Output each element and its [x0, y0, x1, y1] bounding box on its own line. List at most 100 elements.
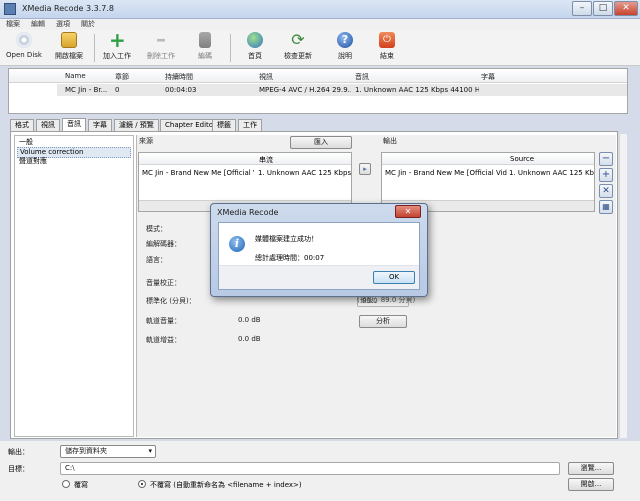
output-select[interactable]: 儲存到資料夾 ▾	[60, 445, 156, 458]
window-title: XMedia Recode 3.3.7.8	[22, 4, 114, 13]
column-audio[interactable]: 音訊	[355, 72, 369, 82]
remove-job-button[interactable]: – 刪除工作	[144, 27, 178, 64]
volume-correction-label: 音量校正：	[146, 279, 181, 287]
language-label: 語言：	[146, 256, 167, 264]
maximize-button[interactable]: □	[593, 1, 613, 16]
column-chapters[interactable]: 章節	[115, 72, 129, 82]
output-label: 輸出：	[8, 448, 29, 456]
remove-job-label: 刪除工作	[147, 52, 175, 60]
open-disk-label: Open Disk	[6, 51, 42, 59]
folder-icon	[61, 32, 77, 48]
exit-label: 結束	[380, 52, 394, 60]
add-stream-button[interactable]: +	[599, 168, 613, 182]
encode-icon	[199, 32, 211, 48]
help-button[interactable]: ? 說明	[330, 32, 360, 64]
output-row-stream[interactable]: 1. Unknown AAC 125 Kbps 44100	[509, 169, 594, 177]
check-update-label: 檢查更新	[284, 52, 312, 60]
output-grid-header: Source	[382, 153, 594, 165]
title-bar: XMedia Recode 3.3.7.8 – □ ✕	[0, 0, 640, 19]
menu-bar: 檔案 編輯 選項 關於	[0, 19, 640, 30]
column-name[interactable]: Name	[65, 72, 86, 80]
mode-label: 模式：	[146, 225, 167, 233]
no-overwrite-label: 不覆寫 (自動重新命名為 <filename + index>)	[150, 481, 302, 489]
help-label: 說明	[338, 52, 352, 60]
refresh-icon: ⟳	[291, 30, 305, 49]
close-window-button[interactable]: ✕	[614, 1, 638, 16]
output-settings: 輸出： 儲存到資料夾 ▾ 目標： C:\ 瀏覽... 開啟... 覆寫 不覆寫 …	[0, 441, 640, 501]
app-icon	[4, 3, 16, 15]
overwrite-label: 覆寫	[74, 481, 88, 489]
power-icon: ⏻	[379, 32, 395, 48]
home-button[interactable]: 首頁	[240, 32, 270, 64]
open-disk-button[interactable]: Open Disk	[6, 32, 42, 64]
codec-label: 編解碼器：	[146, 240, 181, 248]
minus-icon: –	[156, 27, 166, 51]
add-job-label: 加入工作	[103, 52, 131, 60]
cell-duration: 00:04:03	[165, 86, 197, 94]
dialog-elapsed-time: 總計處理時間：00:07	[255, 254, 325, 262]
check-update-button[interactable]: ⟳ 檢查更新	[280, 32, 316, 64]
plus-icon: +	[109, 28, 126, 52]
menu-options[interactable]: 選項	[56, 19, 70, 30]
overwrite-radio[interactable]	[62, 480, 70, 488]
output-select-value: 儲存到資料夾	[65, 447, 107, 455]
cell-audio: 1. Unknown AAC 125 Kbps 44100 H...	[355, 86, 479, 94]
source-grid-header: 串流	[139, 153, 351, 165]
target-label: 目標：	[8, 465, 29, 473]
ok-button[interactable]: OK	[373, 271, 415, 284]
toolbar: Open Disk 開啟檔案 + 加入工作 – 刪除工作 編碼 首頁 ⟳ 檢查更…	[0, 27, 640, 66]
exit-button[interactable]: ⏻ 結束	[372, 32, 402, 64]
nav-item-channel-mapping[interactable]: 聲道對應	[19, 157, 47, 166]
source-column-stream[interactable]: 串流	[259, 155, 273, 165]
completion-dialog: XMedia Recode ✕ i 媒體檔案建立成功！ 總計處理時間：00:07…	[210, 203, 428, 297]
browse-button[interactable]: 瀏覽...	[568, 462, 614, 475]
source-row-stream[interactable]: 1. Unknown AAC 125 Kbps 441	[258, 169, 351, 177]
move-to-output-button[interactable]: ▸	[359, 163, 371, 175]
track-volume-value: 0.0 dB	[238, 316, 261, 324]
column-duration[interactable]: 持續時間	[165, 72, 193, 82]
grid-view-button[interactable]: ▦	[599, 200, 613, 214]
no-overwrite-radio[interactable]	[138, 480, 146, 488]
job-list[interactable]: Name 章節 持續時間 視訊 音訊 字幕 MC Jin - Br... 0 0…	[8, 68, 628, 114]
menu-about[interactable]: 關於	[81, 19, 95, 30]
cell-name: MC Jin - Br...	[65, 86, 108, 94]
column-subtitles[interactable]: 字幕	[481, 72, 495, 82]
source-row-name[interactable]: MC Jin - Brand New Me [Official V...	[142, 169, 254, 177]
chevron-down-icon: ▾	[148, 447, 152, 455]
analyze-button[interactable]: 分析	[359, 315, 407, 328]
output-row-name[interactable]: MC Jin - Brand New Me [Official Video...	[385, 169, 507, 177]
nav-item-general[interactable]: 一般	[19, 138, 33, 147]
menu-file[interactable]: 檔案	[6, 19, 20, 30]
track-gain-value: 0.0 dB	[238, 335, 261, 343]
clear-streams-button[interactable]: ✕	[599, 184, 613, 198]
table-row[interactable]: MC Jin - Br... 0 00:04:03 MPEG-4 AVC / H…	[57, 84, 627, 96]
normalize-label: 標準化 (分貝)：	[146, 297, 196, 305]
cell-chapters: 0	[115, 86, 120, 94]
open-file-button[interactable]: 開啟檔案	[52, 32, 86, 64]
column-video[interactable]: 視訊	[259, 72, 273, 82]
open-file-label: 開啟檔案	[55, 52, 83, 60]
info-icon: i	[229, 236, 245, 252]
add-job-button[interactable]: + 加入工作	[100, 28, 134, 64]
dialog-body: i 媒體檔案建立成功！ 總計處理時間：00:07 OK	[218, 222, 420, 290]
dialog-close-button[interactable]: ✕	[395, 205, 421, 218]
menu-edit[interactable]: 編輯	[31, 19, 45, 30]
track-gain-label: 軌道增益：	[146, 336, 181, 344]
tab-audio[interactable]: 音訊	[62, 118, 86, 132]
vertical-scrollbar[interactable]	[619, 134, 627, 438]
toolbar-separator	[94, 34, 95, 62]
remove-stream-button[interactable]: −	[599, 152, 613, 166]
audio-settings-nav[interactable]: 一般 Volume correction 聲道對應	[14, 135, 134, 437]
track-volume-label: 軌道音量：	[146, 317, 181, 325]
encode-button[interactable]: 編碼	[190, 32, 220, 64]
encode-label: 編碼	[198, 52, 212, 60]
help-icon: ?	[337, 32, 353, 48]
globe-icon	[247, 32, 263, 48]
output-column-source[interactable]: Source	[510, 155, 534, 163]
import-button[interactable]: 匯入	[290, 136, 352, 149]
open-folder-button[interactable]: 開啟...	[568, 478, 614, 491]
minimize-button[interactable]: –	[572, 1, 592, 16]
disc-icon	[16, 32, 32, 48]
target-path-input[interactable]: C:\	[60, 462, 560, 475]
dialog-title: XMedia Recode	[217, 208, 279, 217]
